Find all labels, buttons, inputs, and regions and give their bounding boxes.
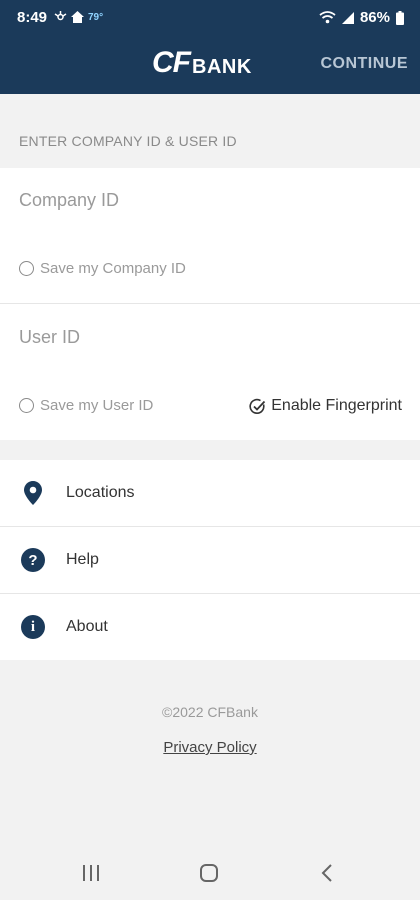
status-right-icons: 86%	[319, 9, 404, 26]
menu-list: Locations ? Help i About	[0, 460, 420, 660]
save-company-id-label: Save my Company ID	[40, 260, 186, 277]
back-button[interactable]	[312, 860, 342, 886]
status-left-icons: 79°	[54, 11, 103, 23]
home-nav-icon[interactable]	[200, 864, 218, 882]
check-circle-icon[interactable]	[249, 398, 266, 415]
user-id-input[interactable]: User ID	[19, 327, 80, 348]
enable-fingerprint-label: Enable Fingerprint	[271, 397, 402, 414]
status-time: 8:49	[17, 9, 48, 26]
save-company-id-toggle[interactable]: Save my Company ID	[19, 260, 186, 277]
help-icon: ?	[21, 548, 45, 572]
menu-label-help: Help	[66, 551, 99, 568]
back-icon[interactable]	[321, 864, 333, 882]
home-icon	[71, 11, 84, 23]
menu-label-locations: Locations	[66, 484, 135, 501]
home-button[interactable]	[194, 860, 224, 886]
section-label: ENTER COMPANY ID & USER ID	[19, 133, 237, 149]
status-battery-percent: 86%	[359, 9, 390, 26]
status-temperature: 79°	[88, 11, 104, 23]
app-header: CF BANK CONTINUE	[0, 34, 420, 94]
privacy-policy-container: Privacy Policy	[0, 739, 420, 756]
notification-app-icon	[54, 11, 67, 21]
system-nav-bar	[0, 846, 420, 900]
continue-button[interactable]: CONTINUE	[320, 55, 408, 73]
recent-apps-icon[interactable]	[82, 865, 100, 881]
copyright-text: ©2022 CFBank	[162, 704, 258, 720]
status-bar: 8:49 79° 86%	[0, 0, 420, 34]
signal-icon	[341, 11, 354, 24]
menu-label-about: About	[66, 618, 108, 635]
location-pin-icon	[21, 481, 45, 505]
save-company-id-radio[interactable]	[19, 261, 34, 276]
save-user-id-toggle[interactable]: Save my User ID	[19, 397, 153, 414]
info-icon: i	[21, 615, 45, 639]
form-divider	[0, 303, 420, 304]
save-user-id-radio[interactable]	[19, 398, 34, 413]
battery-icon	[396, 10, 404, 25]
privacy-policy-link[interactable]: Privacy Policy	[163, 739, 256, 756]
wifi-icon	[319, 11, 336, 24]
logo-bank: BANK	[192, 56, 252, 78]
menu-item-about[interactable]: i About	[0, 594, 420, 660]
logo-mark: CF	[152, 46, 191, 79]
save-user-id-label: Save my User ID	[40, 397, 154, 414]
recent-apps-button[interactable]	[76, 860, 106, 886]
menu-item-help[interactable]: ? Help	[0, 527, 420, 593]
cfbank-logo: CF BANK	[152, 46, 252, 79]
menu-item-locations[interactable]: Locations	[0, 460, 420, 526]
enable-fingerprint-toggle[interactable]: Enable Fingerprint	[249, 397, 402, 415]
company-id-input[interactable]: Company ID	[19, 190, 119, 211]
